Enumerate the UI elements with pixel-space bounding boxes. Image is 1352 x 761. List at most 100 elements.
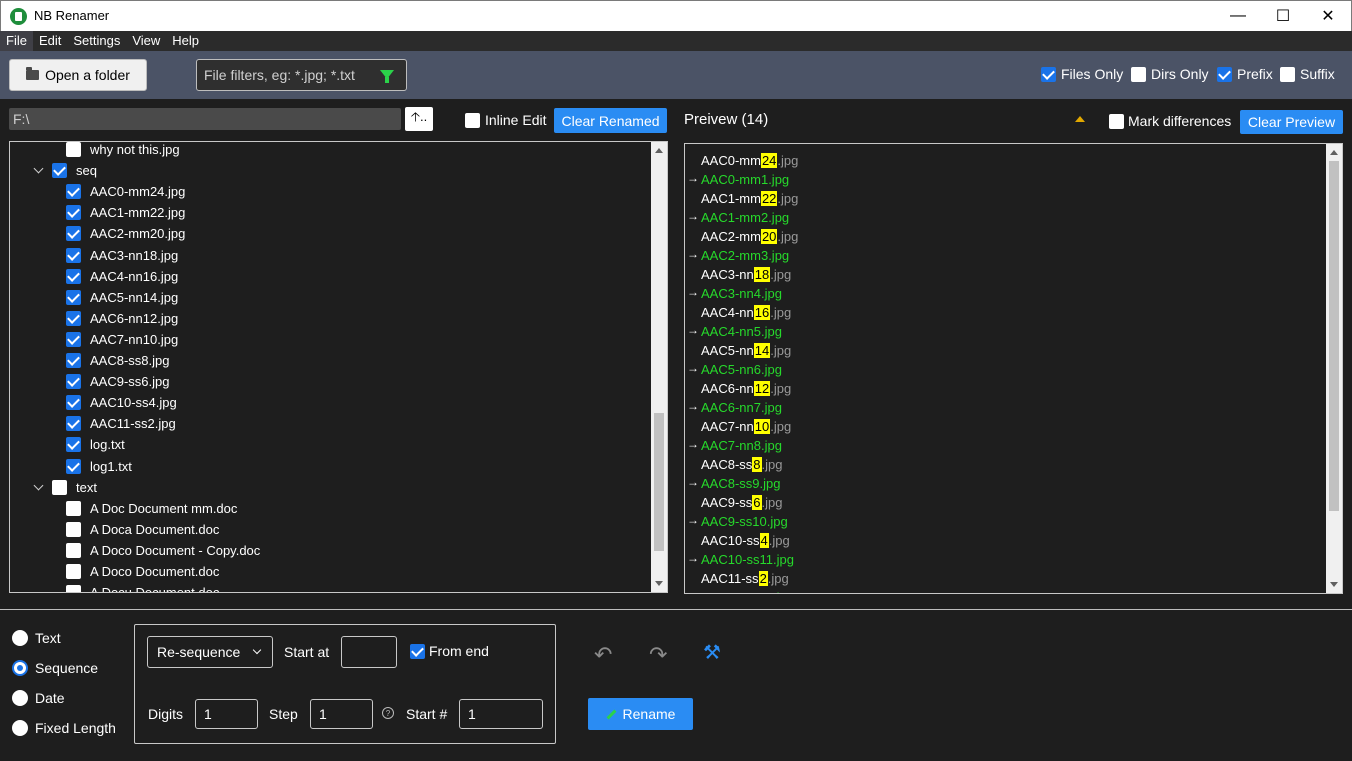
- tree-checkbox[interactable]: [66, 353, 81, 368]
- dirs-only-checkbox[interactable]: [1131, 66, 1146, 82]
- minimize-button[interactable]: —: [1215, 1, 1261, 31]
- rename-button[interactable]: Rename: [588, 698, 693, 730]
- tree-checkbox[interactable]: [52, 479, 67, 495]
- open-folder-button[interactable]: Open a folder: [9, 59, 147, 91]
- tree-file[interactable]: log.txt: [66, 434, 125, 455]
- tree-folder[interactable]: text: [34, 477, 97, 498]
- preview-scrollbar[interactable]: [1326, 144, 1342, 593]
- tree-file[interactable]: A Doco Document.doc: [66, 561, 219, 582]
- chevron-down-icon[interactable]: [34, 166, 43, 175]
- tree-checkbox[interactable]: [66, 268, 81, 284]
- step-field[interactable]: [310, 699, 373, 729]
- menu-view[interactable]: View: [126, 31, 166, 51]
- suffix-checkbox[interactable]: [1280, 66, 1295, 82]
- radio-button[interactable]: [12, 690, 28, 706]
- tree-file[interactable]: AAC1-mm22.jpg: [66, 202, 185, 223]
- start-at-input[interactable]: [342, 637, 396, 667]
- redo-icon[interactable]: ↷: [649, 642, 667, 668]
- tree-file[interactable]: AAC9-ss6.jpg: [66, 371, 169, 392]
- suffix-option[interactable]: Suffix: [1280, 66, 1335, 82]
- digits-input[interactable]: [196, 700, 257, 728]
- tree-checkbox[interactable]: [66, 205, 81, 221]
- tree-checkbox[interactable]: [66, 437, 81, 453]
- tree-checkbox[interactable]: [66, 374, 81, 390]
- chevron-down-icon[interactable]: [34, 483, 43, 492]
- path-field[interactable]: F:\: [9, 108, 401, 130]
- clear-preview-button[interactable]: Clear Preview: [1240, 110, 1343, 134]
- scroll-thumb[interactable]: [654, 413, 664, 551]
- scroll-thumb[interactable]: [1329, 161, 1339, 511]
- tree-scrollbar[interactable]: [651, 142, 667, 592]
- file-filter-input[interactable]: [204, 66, 374, 84]
- mode-option-text[interactable]: Text: [12, 630, 61, 646]
- start-number-input[interactable]: [460, 700, 542, 728]
- tree-checkbox[interactable]: [52, 163, 67, 179]
- menu-settings[interactable]: Settings: [67, 31, 126, 51]
- tree-checkbox[interactable]: [66, 585, 81, 592]
- tree-checkbox[interactable]: [66, 289, 81, 305]
- tree-file[interactable]: AAC3-nn18.jpg: [66, 245, 178, 266]
- tree-checkbox[interactable]: [66, 458, 81, 474]
- sequence-method-select[interactable]: Re-sequence: [147, 636, 273, 668]
- start-at-field[interactable]: [341, 636, 397, 668]
- tree-file[interactable]: AAC4-nn16.jpg: [66, 266, 178, 287]
- tools-icon[interactable]: ⚒: [703, 640, 721, 665]
- tree-file[interactable]: A Doca Document.doc: [66, 519, 219, 540]
- tree-checkbox[interactable]: [66, 226, 81, 242]
- help-icon[interactable]: ?: [382, 707, 394, 719]
- tree-file[interactable]: AAC5-nn14.jpg: [66, 287, 178, 308]
- tree-checkbox[interactable]: [66, 564, 81, 579]
- tree-file[interactable]: AAC8-ss8.jpg: [66, 350, 169, 371]
- mark-differences-option[interactable]: Mark differences: [1109, 113, 1231, 129]
- scroll-up-icon[interactable]: [655, 148, 663, 153]
- mode-option-sequence[interactable]: Sequence: [12, 660, 98, 676]
- maximize-button[interactable]: ☐: [1260, 1, 1306, 31]
- scroll-down-icon[interactable]: [1330, 582, 1338, 587]
- scroll-up-icon[interactable]: [1330, 150, 1338, 155]
- tree-file[interactable]: AAC6-nn12.jpg: [66, 308, 178, 329]
- tree-file[interactable]: log1.txt: [66, 456, 132, 477]
- tree-checkbox[interactable]: [66, 521, 81, 537]
- tree-file[interactable]: A Docu Document.doc: [66, 582, 219, 592]
- collapse-up-icon[interactable]: [1075, 116, 1085, 122]
- mode-option-fixed-length[interactable]: Fixed Length: [12, 720, 116, 736]
- files-only-option[interactable]: Files Only: [1041, 66, 1123, 82]
- tree-checkbox[interactable]: [66, 142, 81, 157]
- tree-file[interactable]: why not this.jpg: [66, 142, 180, 160]
- dirs-only-option[interactable]: Dirs Only: [1131, 66, 1209, 82]
- tree-file[interactable]: AAC11-ss2.jpg: [66, 413, 176, 434]
- menu-edit[interactable]: Edit: [33, 31, 67, 51]
- tree-checkbox[interactable]: [66, 310, 81, 326]
- prefix-checkbox[interactable]: [1217, 66, 1232, 82]
- tree-file[interactable]: AAC7-nn10.jpg: [66, 329, 178, 350]
- mode-option-date[interactable]: Date: [12, 690, 65, 706]
- radio-button[interactable]: [12, 630, 28, 646]
- radio-button[interactable]: [12, 660, 28, 676]
- from-end-option[interactable]: From end: [410, 643, 489, 659]
- tree-file[interactable]: A Doco Document - Copy.doc: [66, 540, 260, 561]
- start-number-field[interactable]: [459, 699, 543, 729]
- tree-checkbox[interactable]: [66, 416, 81, 432]
- inline-edit-checkbox[interactable]: [465, 112, 480, 128]
- from-end-checkbox[interactable]: [410, 643, 425, 659]
- tree-checkbox[interactable]: [66, 247, 81, 263]
- clear-renamed-button[interactable]: Clear Renamed: [554, 108, 667, 133]
- inline-edit-option[interactable]: Inline Edit: [465, 112, 546, 128]
- tree-checkbox[interactable]: [66, 542, 81, 558]
- digits-field[interactable]: [195, 699, 258, 729]
- prefix-option[interactable]: Prefix: [1217, 66, 1273, 82]
- tree-checkbox[interactable]: [66, 500, 81, 516]
- step-input[interactable]: [311, 700, 372, 728]
- tree-file[interactable]: AAC10-ss4.jpg: [66, 392, 177, 413]
- tree-folder[interactable]: seq: [34, 160, 97, 181]
- undo-icon[interactable]: ↶: [594, 642, 612, 668]
- tree-checkbox[interactable]: [66, 331, 81, 347]
- tree-file[interactable]: AAC0-mm24.jpg: [66, 181, 185, 202]
- tree-file[interactable]: A Doc Document mm.doc: [66, 498, 237, 519]
- tree-checkbox[interactable]: [66, 184, 81, 200]
- mark-differences-checkbox[interactable]: [1109, 113, 1124, 129]
- files-only-checkbox[interactable]: [1041, 66, 1056, 82]
- menu-file[interactable]: File: [0, 31, 33, 51]
- close-button[interactable]: ✕: [1305, 1, 1351, 31]
- radio-button[interactable]: [12, 720, 28, 736]
